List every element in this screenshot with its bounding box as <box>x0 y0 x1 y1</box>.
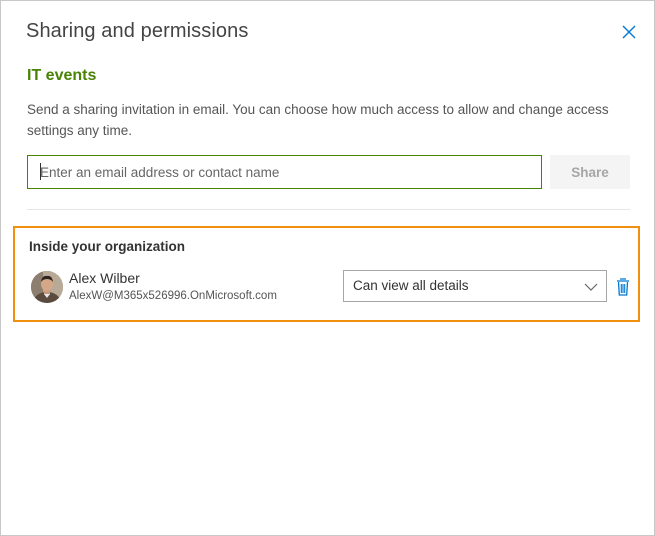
permission-value: Can view all details <box>353 278 469 293</box>
sharing-description: Send a sharing invitation in email. You … <box>27 102 609 138</box>
text-cursor <box>40 163 41 180</box>
close-icon[interactable] <box>620 23 638 41</box>
chevron-down-icon <box>584 280 598 292</box>
share-button[interactable]: Share <box>550 155 630 189</box>
delete-icon[interactable] <box>615 277 631 297</box>
divider <box>27 209 630 210</box>
avatar <box>31 271 63 303</box>
sharing-dialog: Sharing and permissions IT events Send a… <box>0 0 655 536</box>
email-input[interactable] <box>27 155 542 189</box>
calendar-name: IT events <box>27 67 97 84</box>
person-email: AlexW@M365x526996.OnMicrosoft.com <box>69 290 277 302</box>
section-title: Inside your organization <box>29 239 186 254</box>
dialog-title: Sharing and permissions <box>26 20 249 42</box>
inside-organization-section: Inside your organization Alex Wilber Ale… <box>13 226 640 322</box>
person-name: Alex Wilber <box>69 270 140 286</box>
permission-dropdown[interactable]: Can view all details <box>343 270 607 302</box>
